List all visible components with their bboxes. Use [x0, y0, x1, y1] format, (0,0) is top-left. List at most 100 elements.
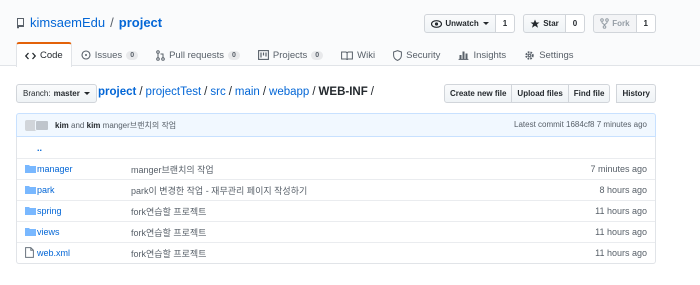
- tab-code[interactable]: Code: [16, 42, 72, 67]
- commit-age: 7 minutes ago: [596, 120, 647, 129]
- breadcrumb-link-src[interactable]: src: [210, 86, 225, 98]
- file-age: 7 minutes ago: [590, 164, 647, 174]
- commit-author-link[interactable]: kim: [55, 121, 69, 130]
- breadcrumb-separator: /: [204, 86, 208, 98]
- repo-icon: [17, 17, 24, 28]
- fork-count[interactable]: 1: [636, 14, 656, 33]
- table-row: park park이 변경한 작업 - 재무관리 페이지 작성하기 8 hour…: [17, 179, 655, 200]
- history-button[interactable]: History: [616, 84, 656, 103]
- parent-directory-link[interactable]: ..: [37, 143, 42, 153]
- tab-insights-label: Insights: [473, 49, 507, 61]
- tab-security[interactable]: Security: [384, 42, 449, 67]
- file-name-link[interactable]: manager: [37, 164, 73, 174]
- file-name-link[interactable]: views: [37, 227, 60, 237]
- watch-count[interactable]: 1: [495, 14, 516, 33]
- repo-header: kimsaemEdu / project Unwatch 1 Star 0 Fo…: [0, 0, 700, 67]
- breadcrumb-separator: /: [139, 86, 143, 98]
- parent-directory-row[interactable]: ..: [17, 137, 655, 158]
- file-age: 11 hours ago: [595, 227, 647, 237]
- file-commit-message[interactable]: manger브랜치의 작업: [131, 163, 214, 176]
- folder-icon: [25, 228, 36, 236]
- tab-pull-requests[interactable]: Pull requests 0: [147, 42, 249, 67]
- breadcrumb-separator: /: [262, 86, 267, 98]
- folder-icon: [25, 165, 36, 173]
- breadcrumb-link-webapp[interactable]: webapp: [269, 86, 309, 98]
- file-age: 8 hours ago: [599, 185, 647, 195]
- graph-icon: [459, 51, 469, 60]
- branch-select-button[interactable]: Branch: master: [16, 84, 97, 103]
- issues-count-badge: 0: [126, 50, 139, 60]
- tab-settings[interactable]: Settings: [515, 42, 582, 67]
- commit-authors-message: kim and kim manger브랜치의 작업: [55, 120, 176, 131]
- file-name-link[interactable]: park: [37, 185, 55, 195]
- file-commit-message[interactable]: fork연습할 프로젝트: [131, 247, 206, 260]
- unwatch-label: Unwatch: [445, 19, 479, 28]
- unwatch-button[interactable]: Unwatch: [424, 14, 496, 33]
- breadcrumb-link-main[interactable]: main: [235, 86, 260, 98]
- branch-label: Branch:: [23, 89, 51, 98]
- commit-message-link[interactable]: manger브랜치의 작업: [103, 121, 177, 130]
- tab-code-label: Code: [40, 50, 63, 61]
- repo-title: kimsaemEdu / project: [16, 15, 162, 30]
- tab-wiki[interactable]: Wiki: [332, 42, 384, 67]
- tab-projects[interactable]: Projects 0: [249, 42, 332, 67]
- eye-icon: [431, 19, 443, 28]
- file-commit-message[interactable]: fork연습할 프로젝트: [131, 226, 206, 239]
- tab-pull-requests-label: Pull requests: [169, 49, 225, 61]
- breadcrumb-separator: /: [312, 86, 316, 98]
- file-name-link[interactable]: spring: [37, 206, 62, 216]
- tab-settings-label: Settings: [539, 49, 574, 61]
- tab-issues[interactable]: Issues 0: [72, 42, 147, 67]
- breadcrumb-trailing-separator: /: [370, 86, 374, 98]
- file-name-link[interactable]: web.xml: [37, 248, 70, 258]
- gear-icon: [525, 50, 534, 60]
- repo-nav-tabs: Code Issues 0 Pull requests 0 Projects 0…: [16, 42, 583, 67]
- repo-owner-link[interactable]: kimsaemEdu: [30, 15, 105, 30]
- code-icon: [25, 52, 36, 59]
- star-button[interactable]: Star: [523, 14, 566, 33]
- latest-commit-label: Latest commit: [514, 120, 564, 129]
- breadcrumb: project / projectTest / src / main / webapp / WEB-…: [98, 86, 377, 98]
- avatar[interactable]: [35, 119, 49, 131]
- chevron-down-icon: [83, 92, 90, 95]
- fork-button[interactable]: Fork: [593, 14, 637, 33]
- shield-icon: [393, 49, 403, 61]
- table-row: views fork연습할 프로젝트 11 hours ago: [17, 221, 655, 242]
- breadcrumb-link-project[interactable]: project: [98, 86, 136, 98]
- pull-requests-count-badge: 0: [228, 50, 240, 60]
- create-new-file-button[interactable]: Create new file: [443, 84, 513, 103]
- chevron-down-icon: [482, 22, 489, 25]
- file-navigation: Branch: master project / projectTest / src / m…: [16, 84, 656, 104]
- file-commit-message[interactable]: park이 변경한 작업 - 재무관리 페이지 작성하기: [131, 184, 307, 197]
- breadcrumb-link-projecttest[interactable]: projectTest: [146, 86, 202, 98]
- file-list: .. manager manger브랜치의 작업 7 minutes ago p…: [16, 137, 656, 264]
- pull-request-icon: [156, 49, 165, 61]
- table-row: spring fork연습할 프로젝트 11 hours ago: [17, 200, 655, 221]
- file-commit-message[interactable]: fork연습할 프로젝트: [131, 205, 206, 218]
- star-count[interactable]: 0: [565, 14, 586, 33]
- upload-files-button[interactable]: Upload files: [511, 84, 569, 103]
- breadcrumb-separator: /: [228, 86, 232, 98]
- repo-name-link[interactable]: project: [119, 15, 162, 30]
- find-file-button[interactable]: Find file: [567, 84, 611, 103]
- latest-commit-bar: kim and kim manger브랜치의 작업 Latest commit …: [16, 113, 656, 137]
- star-icon: [530, 19, 540, 28]
- commit-sha-link[interactable]: 1684cf8: [566, 120, 594, 129]
- star-label: Star: [543, 19, 559, 28]
- projects-count-badge: 0: [311, 50, 324, 60]
- latest-commit-info: Latest commit 1684cf8 7 minutes ago: [514, 120, 647, 129]
- fork-label: Fork: [612, 19, 630, 28]
- commit-author-link[interactable]: kim: [87, 121, 101, 130]
- tab-wiki-label: Wiki: [357, 49, 376, 61]
- issue-icon: [81, 50, 91, 60]
- file-icon: [25, 247, 34, 258]
- wiki-icon: [341, 51, 354, 60]
- tab-insights[interactable]: Insights: [449, 42, 515, 67]
- table-row: web.xml fork연습할 프로젝트 11 hours ago: [17, 242, 655, 263]
- commit-and-text: and: [71, 120, 85, 130]
- tab-issues-label: Issues: [94, 49, 123, 61]
- tab-projects-label: Projects: [272, 49, 308, 61]
- project-icon: [257, 50, 269, 60]
- branch-value: master: [53, 89, 80, 98]
- table-row: manager manger브랜치의 작업 7 minutes ago: [17, 158, 655, 179]
